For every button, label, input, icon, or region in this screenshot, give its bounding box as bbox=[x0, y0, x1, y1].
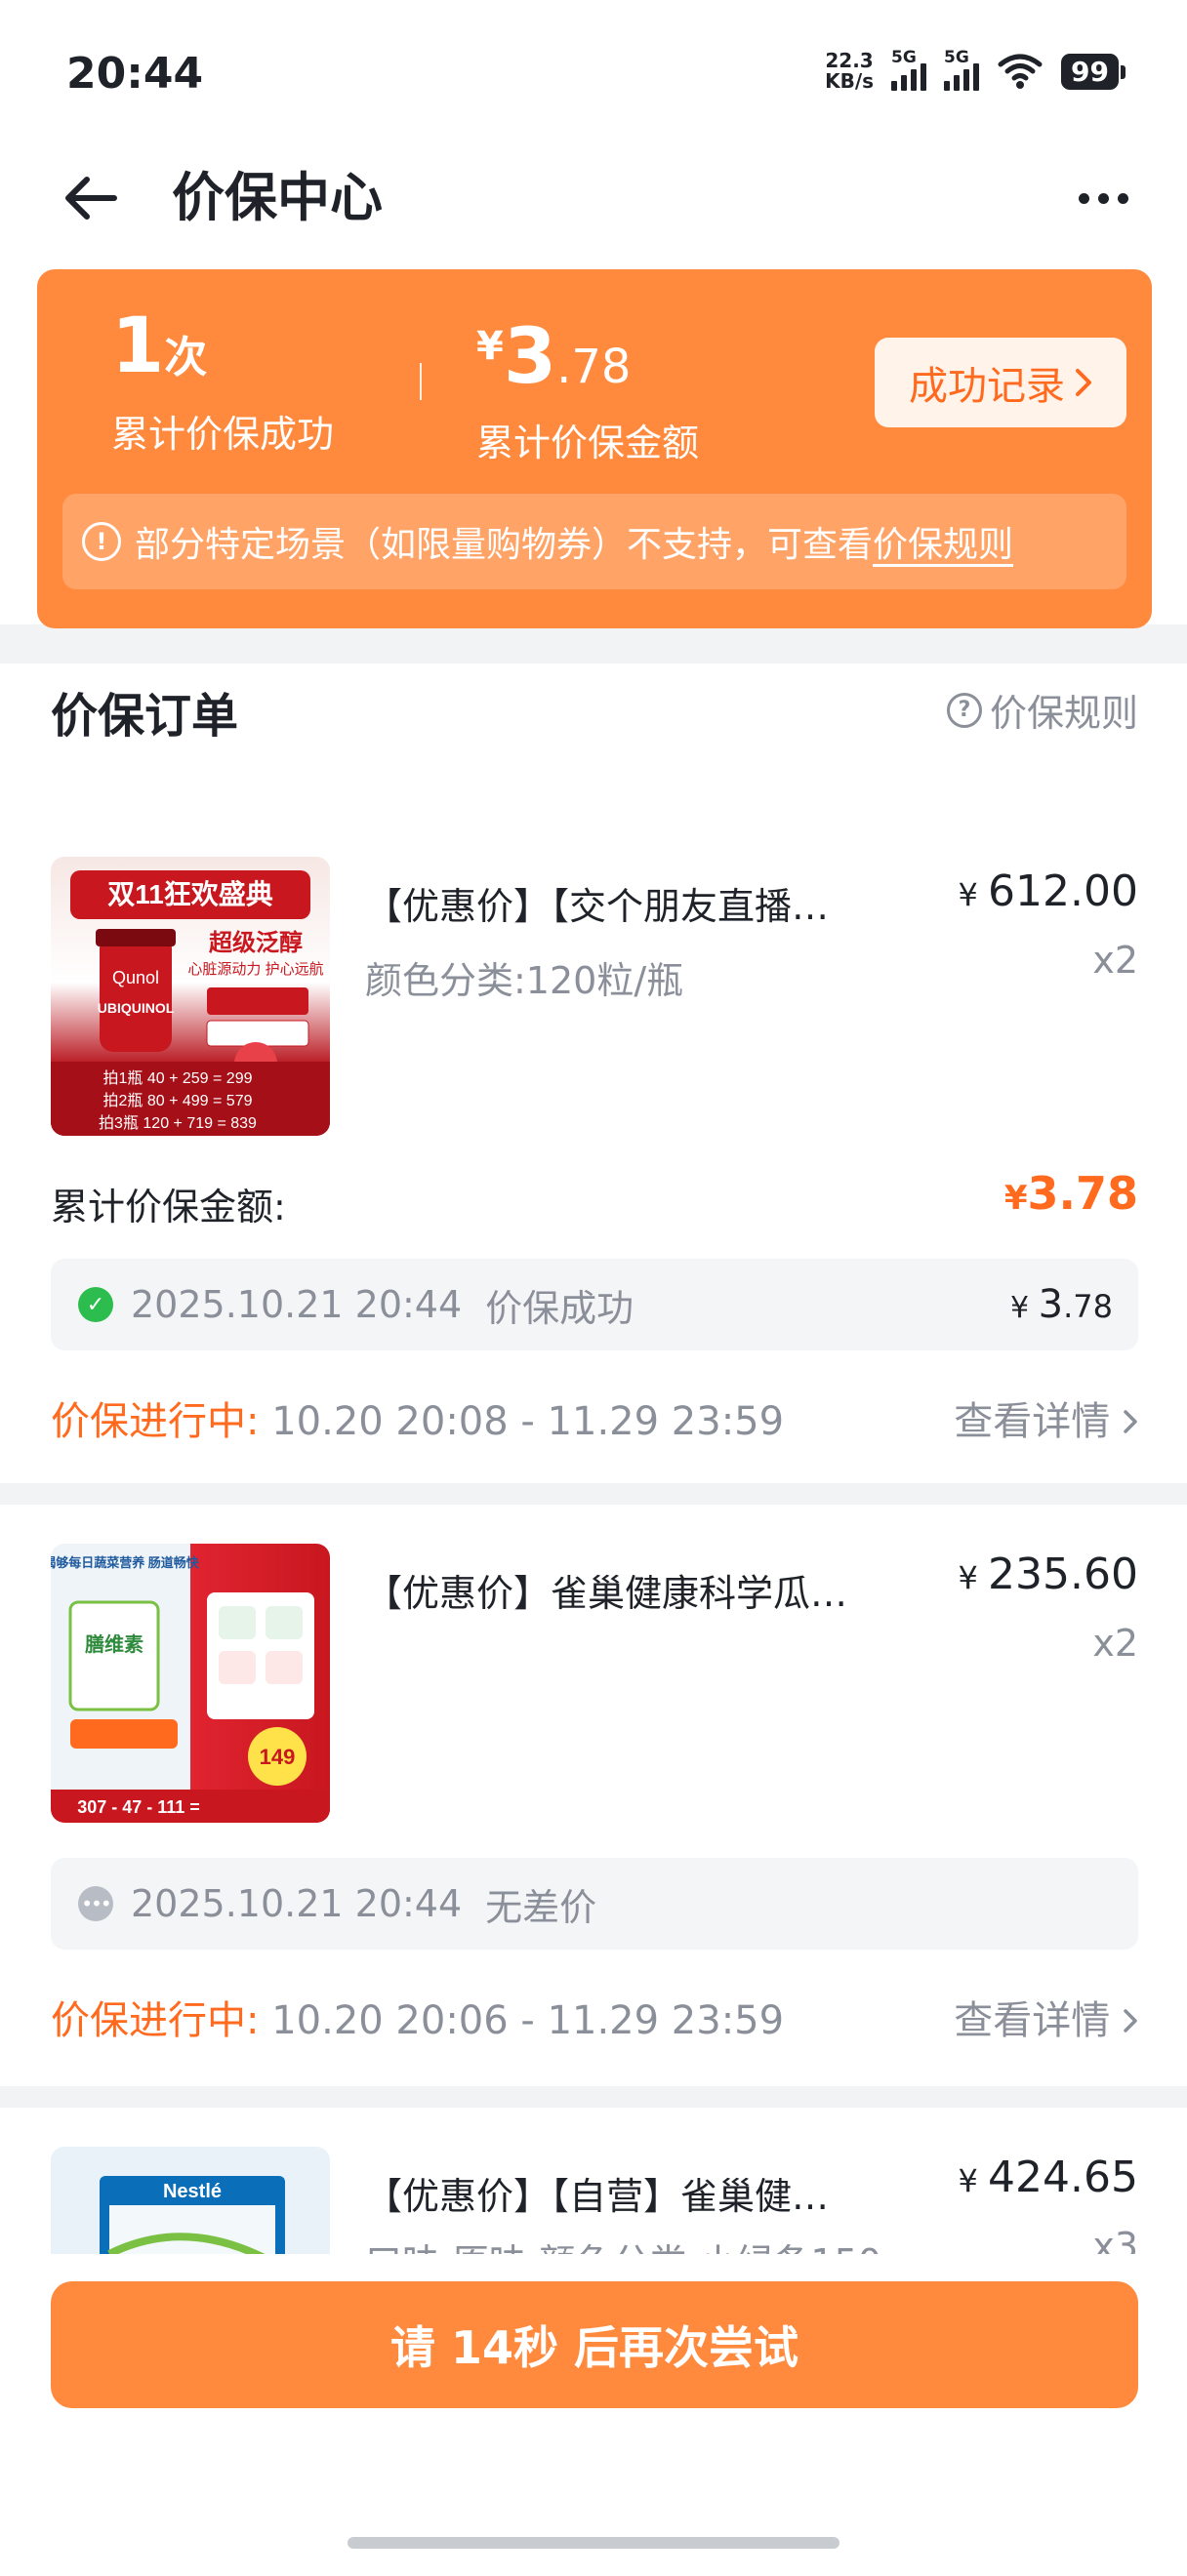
view-details-link[interactable]: 查看详情 bbox=[954, 1989, 1138, 2045]
record-amount: ¥ 3.78 bbox=[1010, 1282, 1113, 1327]
product-quantity: x3 bbox=[1092, 2225, 1138, 2254]
rules-link[interactable]: ? 价保规则 bbox=[946, 683, 1138, 737]
chevron-right-icon bbox=[1076, 369, 1091, 396]
status-bar: 20:44 22.3 KB/s 5G 5G 99 bbox=[0, 0, 1187, 146]
product-image[interactable]: Nestlé bbox=[51, 2147, 330, 2254]
wifi-icon bbox=[998, 54, 1043, 89]
orders-section-header: 价保订单 ? 价保规则 bbox=[0, 664, 1187, 771]
svg-text:超级泛醇: 超级泛醇 bbox=[209, 929, 303, 956]
section-title: 价保订单 bbox=[51, 689, 239, 744]
retry-button[interactable]: 请 14秒 后再次尝试 bbox=[51, 2281, 1138, 2408]
svg-text:Qunol: Qunol bbox=[112, 968, 159, 987]
success-record-button[interactable]: 成功记录 bbox=[875, 338, 1126, 427]
page-title: 价保中心 bbox=[172, 167, 383, 228]
chevron-right-icon bbox=[1124, 1410, 1137, 1433]
product-image[interactable]: 双11狂欢盛典 Qunol UBIQUINOL 超级泛醇 心脏源动力 护心远航 … bbox=[51, 857, 330, 1136]
status-icons: 22.3 KB/s 5G 5G 99 bbox=[825, 48, 1126, 93]
view-details-link[interactable]: 查看详情 bbox=[954, 1389, 1138, 1446]
product-price: ¥ 424.65 bbox=[958, 2153, 1139, 2202]
warning-circle-icon: ! bbox=[82, 522, 121, 561]
product-image-art: Nestlé bbox=[100, 2176, 285, 2254]
product-quantity: x2 bbox=[1092, 1622, 1138, 1665]
back-button[interactable] bbox=[57, 164, 125, 232]
accumulated-amount: ¥3.78 bbox=[1003, 1167, 1138, 1220]
svg-text:307 - 47 - 111 =: 307 - 47 - 111 = bbox=[77, 1797, 200, 1817]
accumulated-label: 累计价保金额: bbox=[51, 1186, 286, 1228]
svg-text:拍2瓶 80 + 499 = 579: 拍2瓶 80 + 499 = 579 bbox=[102, 1092, 252, 1109]
status-time: 20:44 bbox=[66, 49, 204, 99]
svg-text:膳维素: 膳维素 bbox=[85, 1632, 143, 1656]
more-button[interactable] bbox=[1064, 164, 1142, 232]
nav-bar: 价保中心 bbox=[0, 146, 1187, 254]
svg-text:UBIQUINOL: UBIQUINOL bbox=[98, 1000, 175, 1016]
product-price: ¥ 612.00 bbox=[958, 866, 1139, 916]
product-spec: 颜色分类:120粒/瓶 bbox=[365, 959, 684, 1002]
svg-text:双11狂欢盛典: 双11狂欢盛典 bbox=[107, 879, 273, 909]
signal-icon: 5G bbox=[944, 48, 980, 91]
battery-icon: 99 bbox=[1061, 53, 1126, 90]
order-card[interactable]: 喝够每日蔬菜营养 肠道畅快 膳维素 149 307 - 47 - 111 = 【… bbox=[0, 1505, 1187, 2086]
svg-text:Nestlé: Nestlé bbox=[163, 2181, 222, 2202]
product-price: ¥ 235.60 bbox=[958, 1550, 1139, 1599]
svg-text:喝够每日蔬菜营养 肠道畅快: 喝够每日蔬菜营养 肠道畅快 bbox=[51, 1555, 200, 1570]
product-image-art: 喝够每日蔬菜营养 肠道畅快 膳维素 149 307 - 47 - 111 = bbox=[51, 1555, 330, 1823]
check-circle-icon: ✓ bbox=[78, 1287, 113, 1322]
stat-divider bbox=[420, 363, 422, 400]
notice-bar: ! 部分特定场景（如限量购物券）不支持，可查看 价保规则 bbox=[62, 494, 1126, 589]
protection-period: 价保进行中: 10.20 20:08 - 11.29 23:59 bbox=[51, 1399, 785, 1444]
signal-icon: 5G bbox=[891, 48, 927, 91]
product-title[interactable]: 【优惠价】【交个朋友直播… bbox=[365, 876, 829, 930]
product-image[interactable]: 喝够每日蔬菜营养 肠道畅快 膳维素 149 307 - 47 - 111 = bbox=[51, 1544, 330, 1823]
rules-link-inline[interactable]: 价保规则 bbox=[873, 516, 1013, 567]
product-spec: 口味:原味;颜色分类:小绿条150g bbox=[365, 2233, 905, 2254]
more-dots-icon bbox=[1078, 192, 1089, 204]
price-protection-record: ✓ 2025.10.21 20:44 价保成功 ¥ 3.78 bbox=[51, 1259, 1138, 1350]
product-image-art: 双11狂欢盛典 Qunol UBIQUINOL 超级泛醇 心脏源动力 护心远航 … bbox=[51, 870, 330, 1136]
product-quantity: x2 bbox=[1092, 939, 1138, 982]
svg-text:拍3瓶 120 + 719 = 839: 拍3瓶 120 + 719 = 839 bbox=[99, 1114, 257, 1132]
protection-period: 价保进行中: 10.20 20:06 - 11.29 23:59 bbox=[51, 1998, 785, 2043]
svg-text:心脏源动力 护心远航: 心脏源动力 护心远航 bbox=[187, 961, 323, 978]
svg-text:149: 149 bbox=[260, 1745, 296, 1769]
product-title[interactable]: 【优惠价】【自营】雀巢健… bbox=[365, 2166, 829, 2220]
total-amount-stat: ¥3.78 累计价保金额 bbox=[476, 313, 700, 464]
question-circle-icon: ? bbox=[946, 692, 982, 728]
chevron-right-icon bbox=[1124, 2009, 1137, 2033]
order-card[interactable]: Nestlé 【优惠价】【自营】雀巢健… 口味:原味;颜色分类:小绿条150g … bbox=[0, 2108, 1187, 2254]
back-arrow-icon bbox=[65, 177, 117, 220]
ellipsis-circle-icon: ••• bbox=[78, 1886, 113, 1921]
net-speed: 22.3 KB/s bbox=[825, 49, 875, 93]
product-title[interactable]: 【优惠价】雀巢健康科学瓜… bbox=[365, 1563, 847, 1617]
home-indicator[interactable] bbox=[348, 2537, 839, 2549]
success-count-stat: 1次 累计价保成功 bbox=[111, 302, 335, 456]
price-protection-summary: 1次 累计价保成功 ¥3.78 累计价保金额 成功记录 ! 部分特定场景（如限量… bbox=[37, 269, 1152, 628]
order-card[interactable]: 双11狂欢盛典 Qunol UBIQUINOL 超级泛醇 心脏源动力 护心远航 … bbox=[0, 771, 1187, 1483]
price-protection-record: ••• 2025.10.21 20:44 无差价 bbox=[51, 1858, 1138, 1950]
svg-text:拍1瓶 40 + 259 = 299: 拍1瓶 40 + 259 = 299 bbox=[102, 1069, 252, 1087]
